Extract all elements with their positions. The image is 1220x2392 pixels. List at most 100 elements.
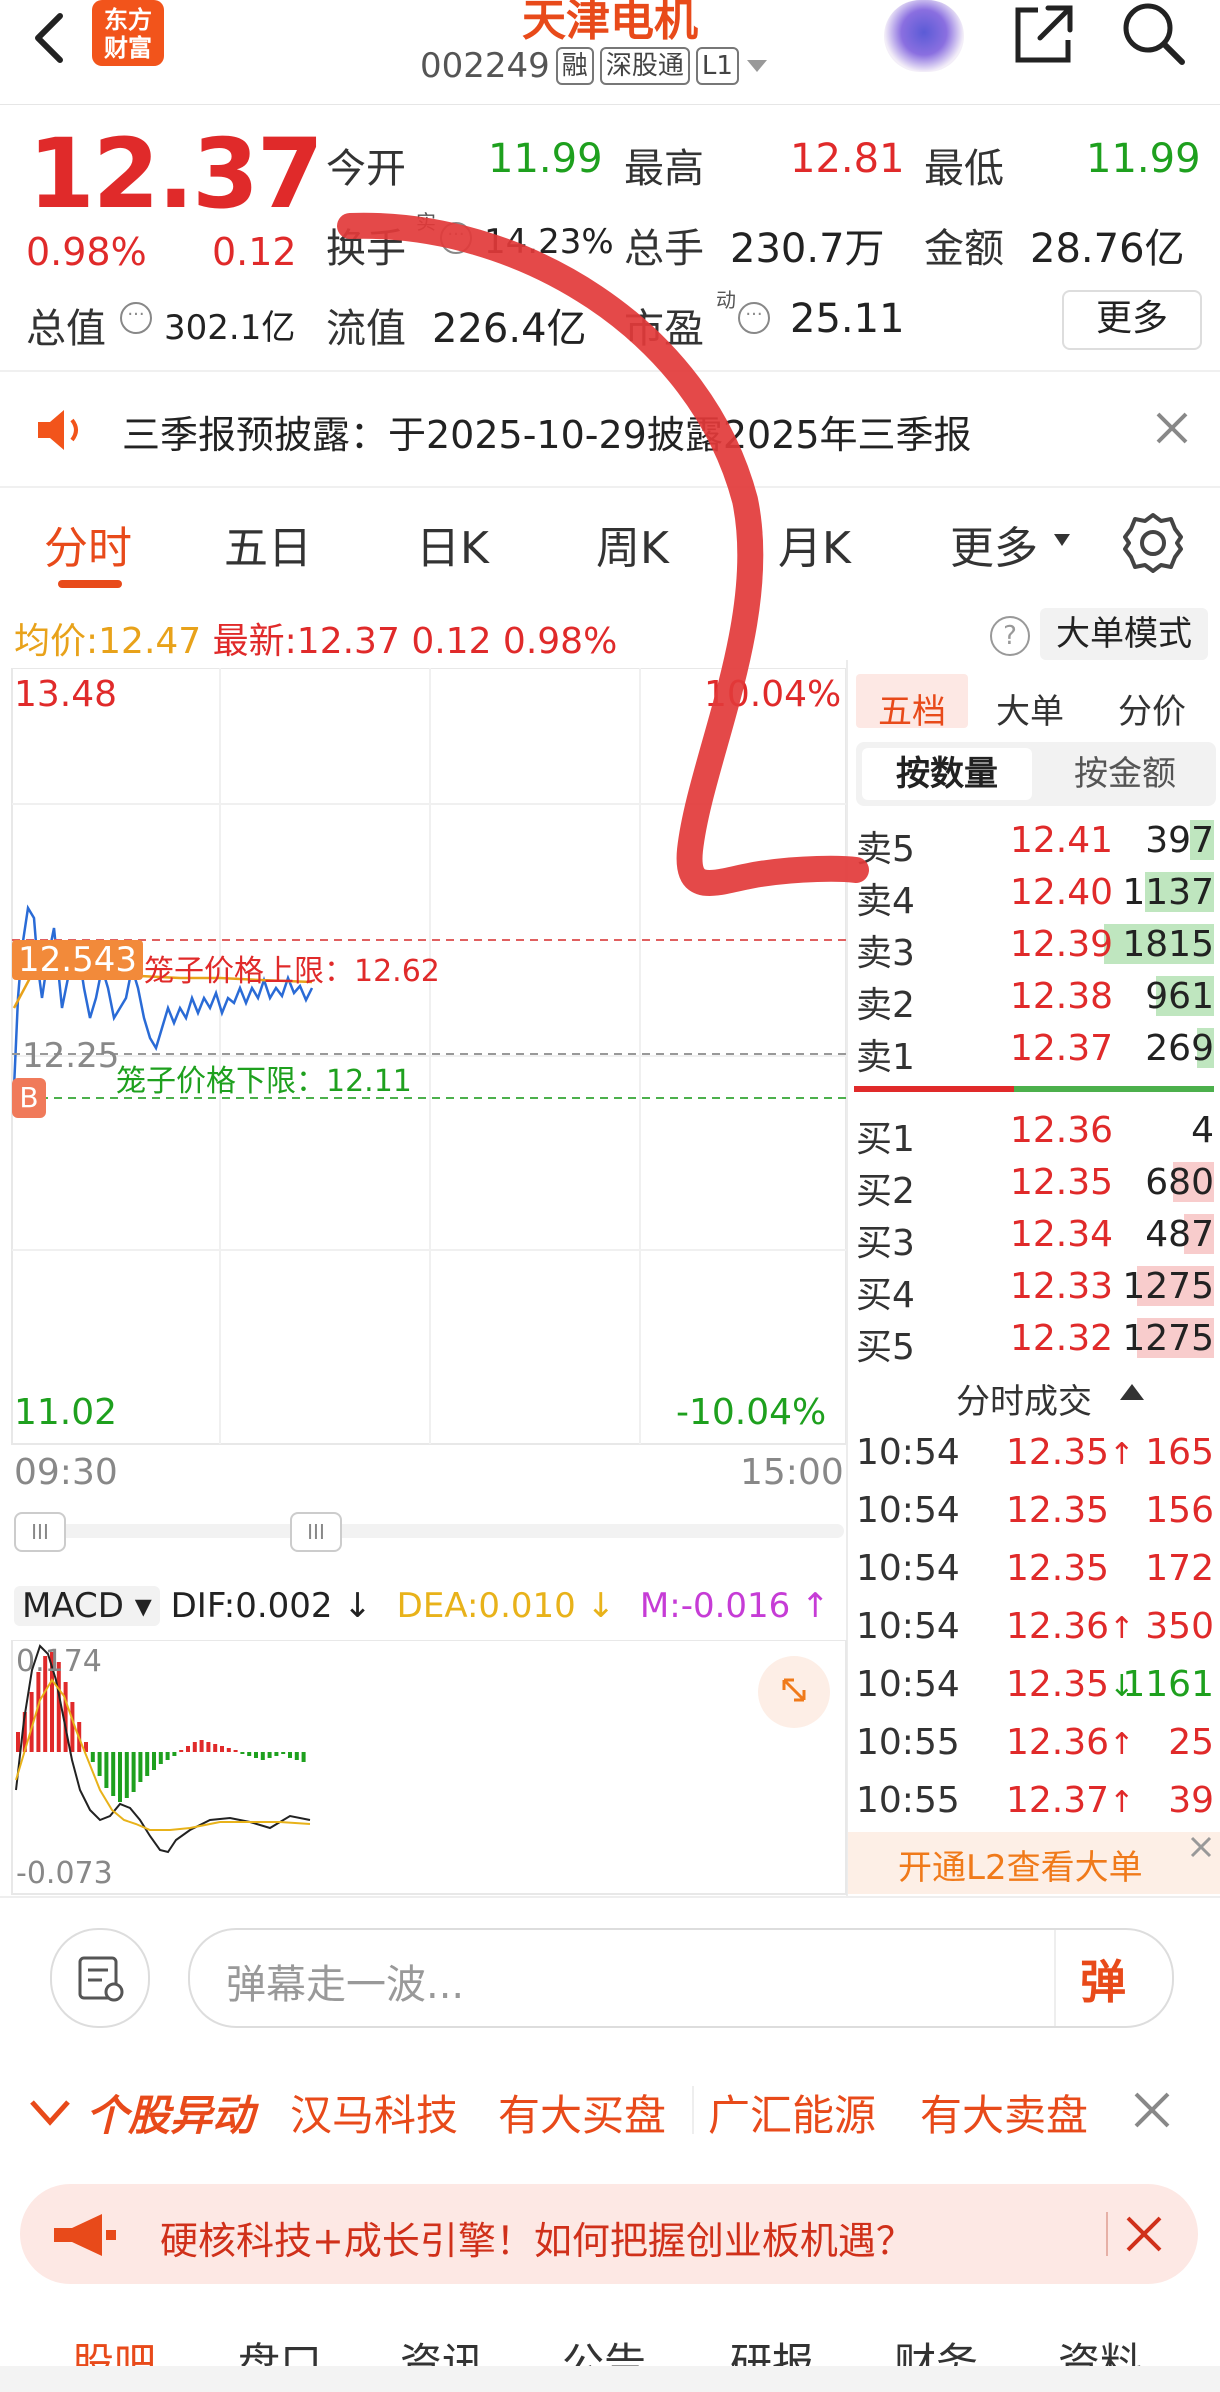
macd-histogram-bar — [247, 1752, 252, 1756]
float-value: 226.4亿 — [432, 306, 587, 352]
buy-volume: 1275 — [1122, 1266, 1214, 1307]
trade-direction: ↑ — [1109, 1785, 1135, 1820]
macd-histogram-bar — [220, 1746, 224, 1752]
macd-histogram-bar — [124, 1752, 129, 1798]
tab-weekly-k[interactable]: 周K — [596, 512, 669, 576]
trade-price: 12.35↑ — [1006, 1432, 1135, 1473]
tab-five-day[interactable]: 五日 — [224, 512, 312, 576]
big-order-mode-button[interactable]: 大单模式 — [1040, 608, 1208, 660]
macd-histogram-bar — [145, 1752, 150, 1776]
sell-row[interactable]: 卖4 12.40 1137 — [854, 868, 1216, 922]
volume-label: 总手 — [624, 226, 704, 272]
yidong-title: 个股异动 — [86, 2091, 255, 2140]
yidong-item-3[interactable]: 广汇能源 — [708, 2082, 876, 2143]
danmu-toggle-button[interactable] — [50, 1928, 150, 2028]
yidong-item-4[interactable]: 有大卖盘 — [920, 2082, 1088, 2143]
time-range-track[interactable] — [14, 1524, 844, 1538]
current-price: 12.37 — [28, 118, 324, 230]
stock-code-row: 002249 融 深股通 L1 — [420, 46, 769, 86]
trade-volume: 156 — [1145, 1490, 1214, 1531]
close-icon[interactable] — [1132, 2090, 1172, 2130]
sell-row[interactable]: 卖1 12.37 269 — [854, 1024, 1216, 1078]
megaphone-icon — [54, 2214, 116, 2256]
speaker-icon — [38, 410, 78, 450]
by-quantity-tab[interactable]: 按数量 — [862, 748, 1032, 800]
buy-row[interactable]: 买1 12.36 4 — [854, 1106, 1216, 1160]
caret-down-icon[interactable] — [1052, 532, 1072, 548]
high-label: 最高 — [624, 146, 704, 192]
close-icon[interactable] — [1152, 408, 1192, 448]
sell-row[interactable]: 卖5 12.41 397 — [854, 816, 1216, 870]
chart-bottom-price: 11.02 — [14, 1392, 118, 1433]
more-dots-icon[interactable]: ··· — [738, 302, 770, 334]
macd-histogram-bar — [288, 1752, 292, 1758]
level-tag[interactable]: L1 — [695, 47, 739, 85]
ob-tab-big[interactable]: 大单 — [996, 684, 1064, 733]
close-icon[interactable] — [1124, 2214, 1164, 2254]
buy-row[interactable]: 买3 12.34 487 — [854, 1210, 1216, 1264]
more-dots-icon[interactable]: ··· — [120, 302, 152, 334]
danmu-icon — [78, 1956, 124, 2002]
macd-histogram-bar — [97, 1752, 102, 1776]
yidong-item-2[interactable]: 有大买盘 — [498, 2082, 666, 2143]
close-icon[interactable] — [1188, 1834, 1214, 1860]
ob-tab-price[interactable]: 分价 — [1118, 684, 1186, 733]
tab-monthly-k[interactable]: 月K — [778, 512, 851, 576]
buy-marker[interactable]: B — [12, 1078, 46, 1118]
more-button[interactable]: 更多 — [1062, 290, 1202, 350]
caret-up-icon[interactable] — [1118, 1380, 1146, 1402]
chevron-down-icon[interactable] — [745, 56, 769, 76]
macd-histogram-bar — [206, 1742, 211, 1752]
sell-row[interactable]: 卖2 12.38 961 — [854, 972, 1216, 1026]
buy-price: 12.34 — [1010, 1214, 1114, 1255]
tab-intraday[interactable]: 分时 — [44, 512, 132, 576]
notice-text[interactable]: 三季报预披露：于2025-10-29披露2025年三季报 — [122, 404, 972, 459]
send-danmu-button[interactable]: 弹 — [1080, 1946, 1126, 2012]
help-icon[interactable]: ? — [990, 616, 1030, 656]
lower-limit-label: 笼子价格下限：12.11 — [116, 1064, 412, 1099]
promo-banner[interactable]: 硬核科技+成长引擎！如何把握创业板机遇？ — [20, 2184, 1198, 2284]
expand-button[interactable] — [758, 1656, 830, 1728]
range-handle-right[interactable]: III — [290, 1512, 342, 1552]
tab-more[interactable]: 更多 — [950, 512, 1038, 576]
promo-text[interactable]: 硬核科技+成长引擎！如何把握创业板机遇？ — [160, 2210, 914, 2265]
trade-time: 10:54 — [856, 1664, 960, 1705]
l2-banner-text[interactable]: 开通L2查看大单 — [898, 1840, 1143, 1889]
trade-time: 10:55 — [856, 1722, 960, 1763]
range-handle-left[interactable]: III — [14, 1512, 66, 1552]
share-icon[interactable] — [1008, 0, 1078, 70]
buy-row[interactable]: 买4 12.33 1275 — [854, 1262, 1216, 1316]
ob-tab-five[interactable]: 五档 — [878, 684, 946, 733]
trade-time: 10:54 — [856, 1548, 960, 1589]
stock-name: 天津电机 — [522, 0, 698, 46]
macd-select[interactable]: MACD ▾ — [14, 1586, 160, 1626]
open-value: 11.99 — [488, 136, 603, 182]
macd-histogram-bar — [213, 1744, 218, 1752]
trade-volume: 350 — [1145, 1606, 1214, 1647]
danmu-input[interactable]: 弹幕走一波... 弹 — [188, 1928, 1174, 2028]
macd-chart[interactable] — [0, 1640, 848, 1896]
settings-gear-icon[interactable] — [1122, 512, 1184, 574]
sell-row[interactable]: 卖3 12.39 1815 — [854, 920, 1216, 974]
macd-bottom-value: -0.073 — [16, 1856, 113, 1891]
more-dots-icon[interactable]: ··· — [440, 222, 472, 254]
search-icon[interactable] — [1118, 0, 1188, 70]
trades-title[interactable]: 分时成交 — [956, 1374, 1092, 1423]
sell-volume: 1137 — [1122, 872, 1214, 913]
buy-row[interactable]: 买2 12.35 680 — [854, 1158, 1216, 1212]
chevron-down-icon[interactable] — [28, 2094, 72, 2130]
back-icon[interactable] — [22, 8, 82, 68]
trade-price: 12.36↑ — [1006, 1722, 1135, 1763]
by-amount-tab[interactable]: 按金额 — [1040, 748, 1210, 800]
upper-limit-label: 笼子价格上限：12.62 — [144, 954, 440, 989]
buy-level-label: 买1 — [856, 1119, 915, 1160]
dea-value: DEA:0.010 — [396, 1586, 576, 1626]
buy-row[interactable]: 买5 12.32 1275 — [854, 1314, 1216, 1368]
tab-daily-k[interactable]: 日K — [416, 512, 489, 576]
change-pct: 0.98% — [26, 230, 147, 274]
macd-histogram-bar — [70, 1702, 75, 1752]
dea-arrow: ↓ — [586, 1586, 616, 1626]
yidong-item-1[interactable]: 汉马科技 — [290, 2082, 458, 2143]
assistant-robot-icon[interactable] — [884, 0, 964, 72]
sell-price: 12.39 — [1010, 924, 1114, 965]
